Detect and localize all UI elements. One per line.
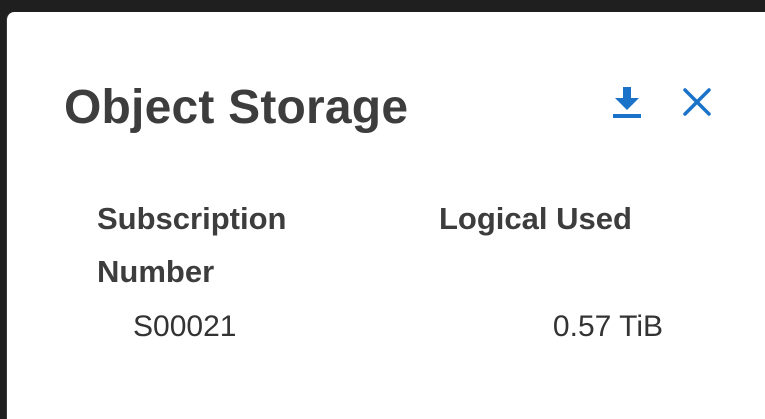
header-subscription-number: Subscription Number xyxy=(97,192,439,298)
table-header-row: Subscription Number Logical Used xyxy=(97,192,669,298)
download-button[interactable] xyxy=(605,80,649,124)
header-subscription-line2: Number xyxy=(97,254,215,289)
download-icon xyxy=(613,87,641,118)
header-subscription-line1: Subscription xyxy=(97,201,287,236)
table-row: S00021 0.57 TiB xyxy=(97,298,669,345)
cell-logical-used: 0.57 TiB xyxy=(552,310,663,343)
header-logical-used: Logical Used xyxy=(439,201,632,236)
close-icon xyxy=(683,88,711,116)
cell-subscription-number: S00021 xyxy=(133,310,237,343)
close-button[interactable] xyxy=(675,80,719,124)
object-storage-dialog: Object Storage Subscription Number Logic… xyxy=(6,12,765,419)
dialog-title: Object Storage xyxy=(64,81,409,134)
storage-table: Subscription Number Logical Used S00021 … xyxy=(97,192,669,345)
